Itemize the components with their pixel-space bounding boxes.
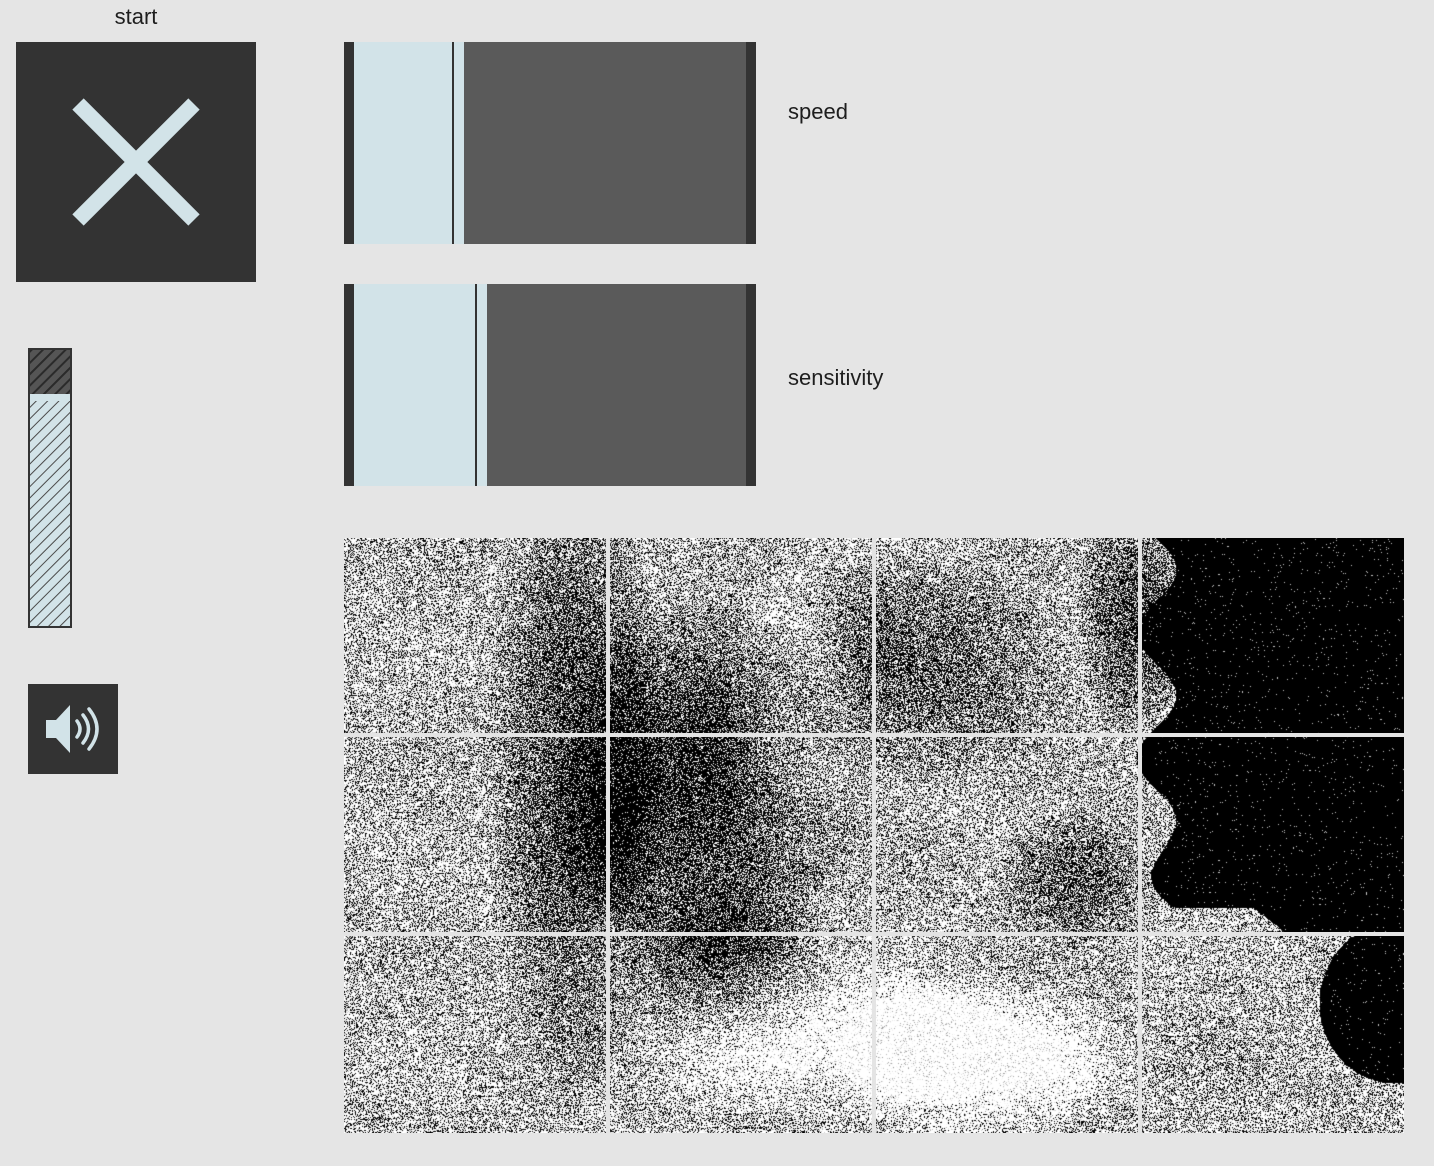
grid-divider — [344, 733, 1404, 737]
sound-toggle-button[interactable] — [28, 684, 118, 774]
slider-track — [354, 42, 746, 244]
speed-label: speed — [788, 99, 848, 124]
slider-track — [354, 284, 746, 486]
grid-divider — [606, 538, 610, 1133]
grid-divider — [872, 538, 876, 1133]
sensitivity-label: sensitivity — [788, 365, 884, 390]
sensitivity-slider[interactable] — [344, 284, 756, 486]
level-meter — [28, 348, 72, 628]
start-label: start — [114, 4, 158, 29]
meter-level-marker — [30, 394, 70, 401]
slider-handle[interactable] — [452, 42, 454, 244]
speaker-volume-icon — [46, 705, 99, 753]
grid-divider — [1138, 538, 1142, 1133]
speed-slider[interactable] — [344, 42, 756, 244]
grid-divider — [344, 932, 1404, 936]
close-icon — [72, 98, 200, 226]
start-toggle-button[interactable] — [16, 42, 256, 282]
slider-fill — [354, 42, 464, 244]
motion-video-grid — [344, 538, 1404, 1133]
slider-fill — [354, 284, 487, 486]
slider-handle[interactable] — [475, 284, 477, 486]
meter-fill — [30, 394, 70, 626]
